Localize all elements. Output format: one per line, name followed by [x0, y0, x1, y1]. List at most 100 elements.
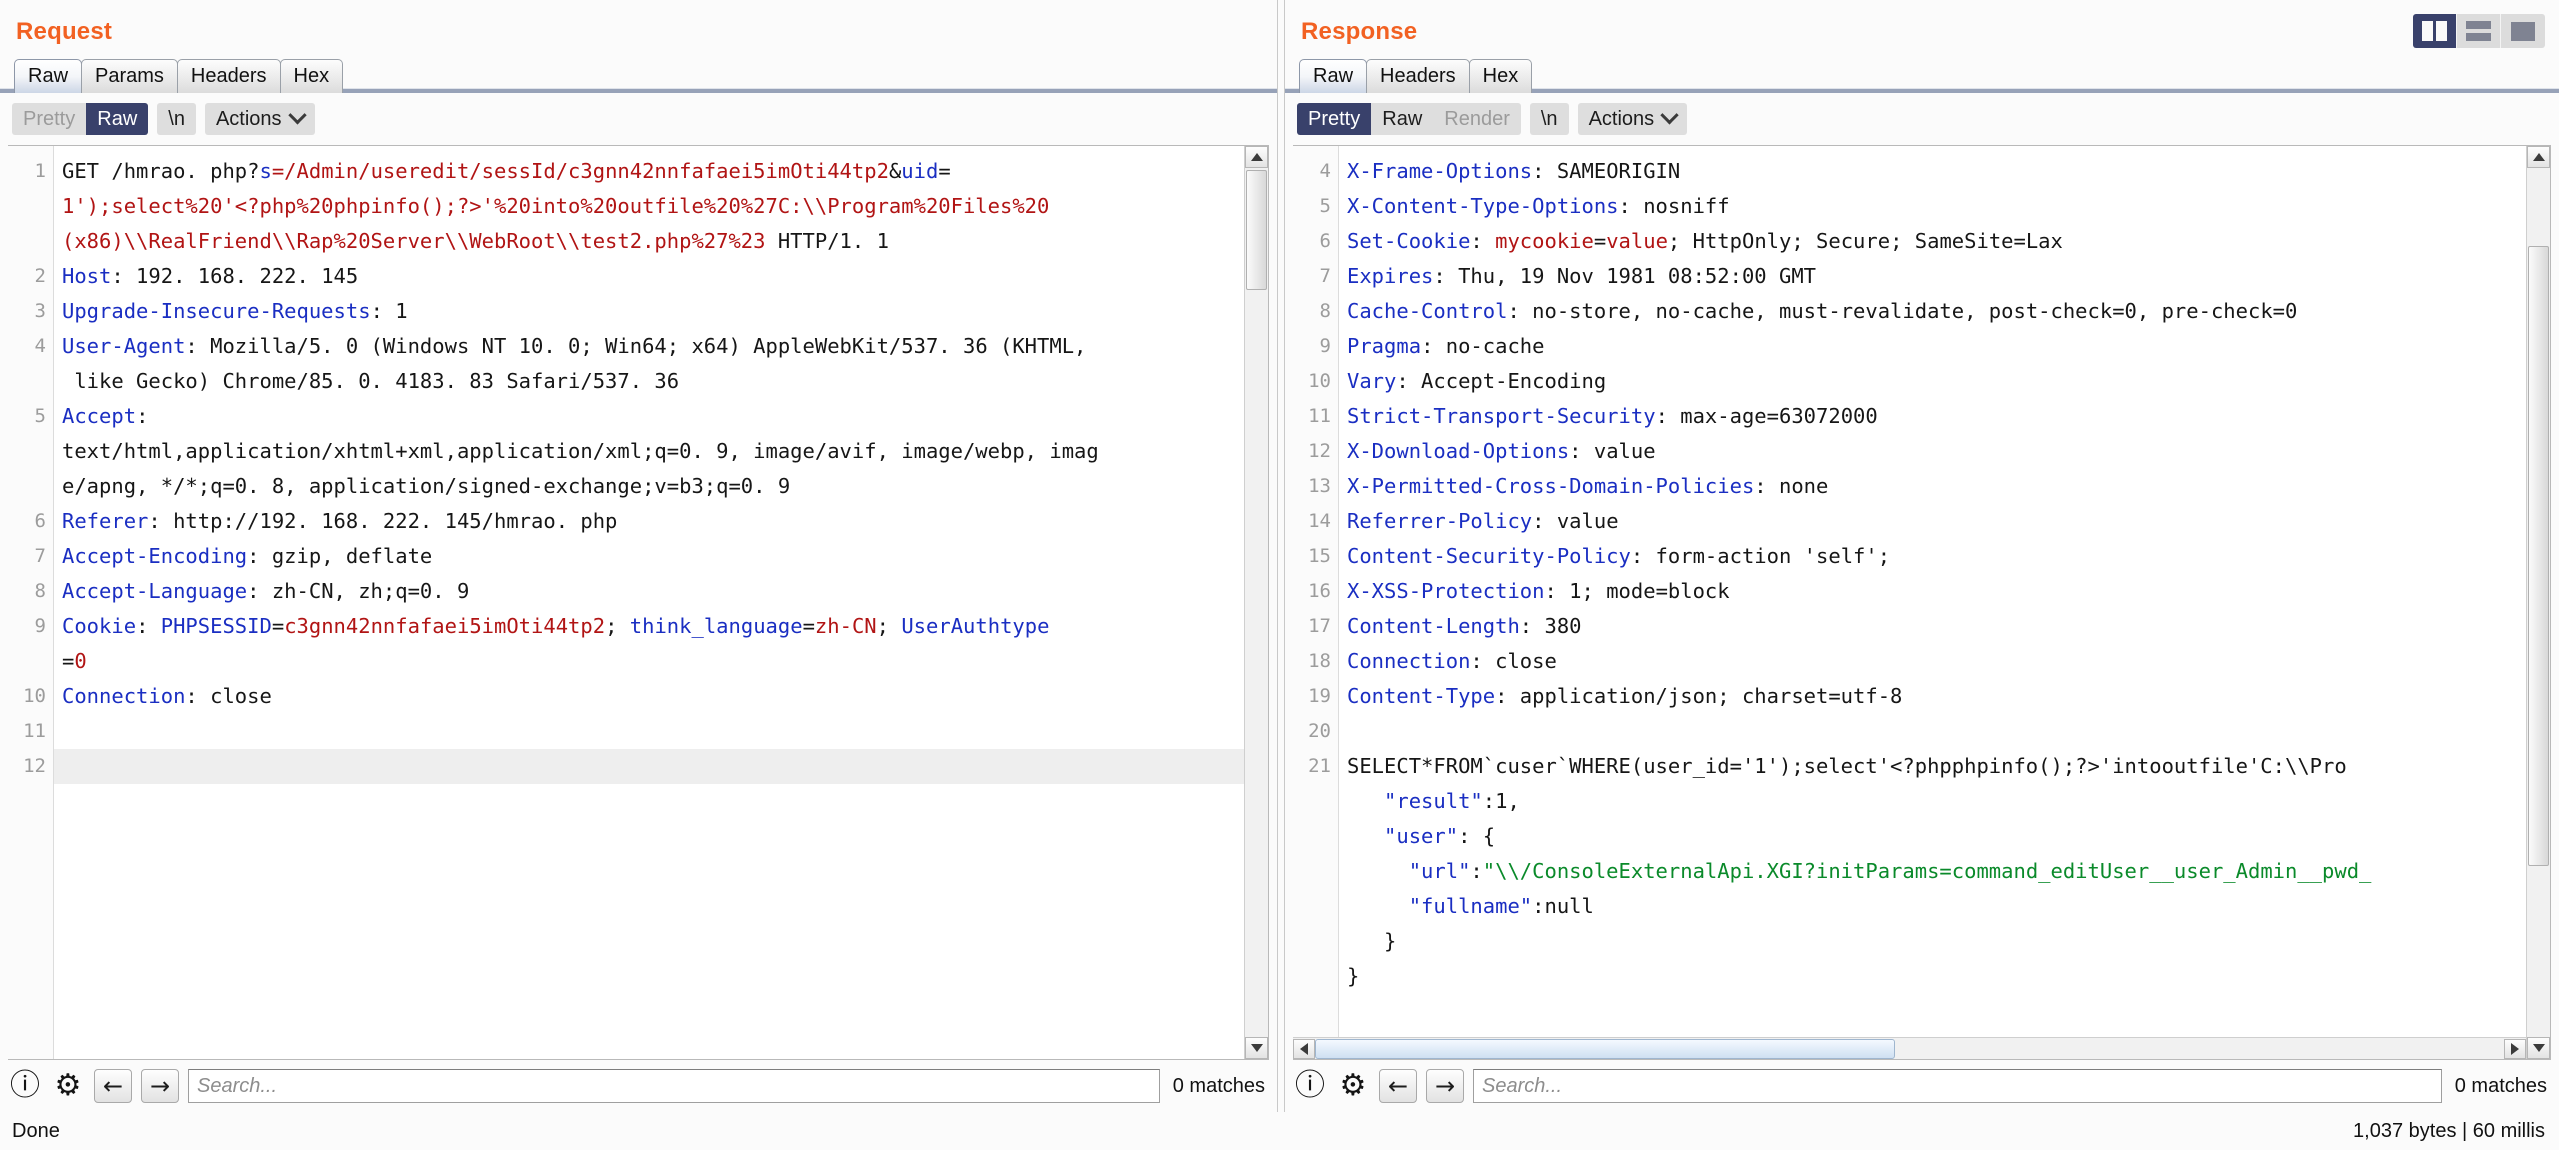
line-number: [8, 224, 53, 259]
response-pretty-button[interactable]: Pretty: [1297, 103, 1371, 135]
response-raw-text[interactable]: X-Frame-Options: SAMEORIGINX-Content-Typ…: [1339, 146, 2550, 1059]
search-prev-button[interactable]: ←: [1379, 1069, 1417, 1103]
response-tab-headers[interactable]: Headers: [1366, 59, 1470, 93]
line-number: 15: [1293, 539, 1338, 574]
gear-icon[interactable]: ⚙: [51, 1069, 85, 1103]
burp-message-editor: Request Raw Params Headers Hex Pretty Ra…: [0, 0, 2559, 1150]
hscroll-track[interactable]: [1315, 1039, 2504, 1059]
code-line: GET /hmrao. php?s=/Admin/useredit/sessId…: [62, 154, 1268, 189]
code-token: text/html,application/xhtml+xml,applicat…: [62, 439, 1099, 463]
code-line: [1347, 714, 2550, 749]
scroll-up-icon[interactable]: [1245, 146, 1268, 168]
request-tabstrip[interactable]: Raw Params Headers Hex: [0, 50, 1277, 93]
response-actions-button[interactable]: Actions: [1578, 103, 1688, 135]
request-line-numbers: 123456789101112: [8, 146, 54, 1059]
code-line: Accept-Language: zh-CN, zh;q=0. 9: [62, 574, 1268, 609]
search-prev-button[interactable]: ←: [94, 1069, 132, 1103]
line-number: 9: [8, 609, 53, 644]
request-match-count: 0 matches: [1169, 1075, 1265, 1098]
line-number: 10: [1293, 364, 1338, 399]
code-line: "user": {: [1347, 819, 2550, 854]
code-token: Cookie: [62, 614, 136, 638]
pane-divider[interactable]: [1277, 0, 1285, 1112]
gear-icon[interactable]: ⚙: [1336, 1069, 1370, 1103]
code-token: : value: [1532, 509, 1618, 533]
response-search-input[interactable]: Search...: [1473, 1069, 2442, 1103]
response-hscroll-thumb[interactable]: [1315, 1039, 1895, 1059]
request-tab-headers[interactable]: Headers: [177, 59, 281, 93]
code-token: Content-Length: [1347, 614, 1520, 638]
code-token: Content-Type: [1347, 684, 1495, 708]
line-number: 6: [8, 504, 53, 539]
code-token: : no-store, no-cache, must-revalidate, p…: [1507, 299, 2297, 323]
request-raw-button[interactable]: Raw: [86, 103, 148, 135]
code-token: UserAuthtype: [901, 614, 1049, 638]
request-tab-hex[interactable]: Hex: [280, 59, 344, 93]
code-token: HTTP/1. 1: [766, 229, 889, 253]
response-horizontal-scrollbar[interactable]: [1293, 1037, 2526, 1059]
code-line: "fullname":null: [1347, 889, 2550, 924]
response-render-button[interactable]: Render: [1433, 103, 1521, 135]
request-search-input[interactable]: Search...: [188, 1069, 1160, 1103]
scroll-down-icon[interactable]: [1245, 1037, 1268, 1059]
request-title: Request: [0, 0, 1277, 50]
line-number: 5: [8, 399, 53, 434]
line-number: 5: [1293, 189, 1338, 224]
code-token: mycookie: [1495, 229, 1594, 253]
code-token: Vary: [1347, 369, 1396, 393]
response-tab-raw[interactable]: Raw: [1299, 59, 1367, 93]
response-tabstrip[interactable]: Raw Headers Hex: [1285, 50, 2559, 93]
code-token: X-Download-Options: [1347, 439, 1569, 463]
code-token: =: [272, 614, 284, 638]
scroll-left-icon[interactable]: [1293, 1039, 1315, 1059]
code-token: Strict-Transport-Security: [1347, 404, 1656, 428]
code-line: Host: 192. 168. 222. 145: [62, 259, 1268, 294]
scroll-down-icon[interactable]: [2527, 1037, 2550, 1059]
response-vertical-scrollbar[interactable]: [2526, 146, 2550, 1059]
code-token: Connection: [62, 684, 185, 708]
code-token: : 380: [1520, 614, 1582, 638]
line-number: 11: [8, 714, 53, 749]
code-line: text/html,application/xhtml+xml,applicat…: [62, 434, 1268, 469]
request-newline-button[interactable]: \n: [157, 103, 196, 135]
editor-panes: Request Raw Params Headers Hex Pretty Ra…: [0, 0, 2559, 1112]
request-editor[interactable]: 123456789101112 GET /hmrao. php?s=/Admin…: [8, 145, 1269, 1060]
request-raw-text[interactable]: GET /hmrao. php?s=/Admin/useredit/sessId…: [54, 146, 1268, 1059]
search-next-button[interactable]: →: [141, 1069, 179, 1103]
request-tab-params[interactable]: Params: [81, 59, 178, 93]
response-tab-hex[interactable]: Hex: [1469, 59, 1533, 93]
request-vertical-scrollbar[interactable]: [1244, 146, 1268, 1059]
code-line: Upgrade-Insecure-Requests: 1: [62, 294, 1268, 329]
line-number: [8, 469, 53, 504]
code-line: "result":1,: [1347, 784, 2550, 819]
response-newline-button[interactable]: \n: [1530, 103, 1569, 135]
request-tab-raw[interactable]: Raw: [14, 59, 82, 93]
response-editor[interactable]: 456789101112131415161718192021 X-Frame-O…: [1293, 145, 2551, 1060]
request-actions-button[interactable]: Actions: [205, 103, 315, 135]
help-icon[interactable]: ⓘ: [8, 1069, 42, 1103]
code-line: }: [1347, 924, 2550, 959]
code-token: : Thu, 19 Nov 1981 08:52:00 GMT: [1433, 264, 1816, 288]
code-token: =/Admin/useredit/sessId/c3gnn42nnfafaei5…: [272, 159, 889, 183]
scroll-up-icon[interactable]: [2527, 146, 2550, 168]
code-token: Pragma: [1347, 334, 1421, 358]
help-icon[interactable]: ⓘ: [1293, 1069, 1327, 1103]
response-scroll-thumb[interactable]: [2528, 246, 2549, 866]
code-token: Connection: [1347, 649, 1470, 673]
code-line: Cookie: PHPSESSID=c3gnn42nnfafaei5imOti4…: [62, 609, 1268, 644]
scroll-right-icon[interactable]: [2504, 1039, 2526, 1059]
code-token: }: [1347, 964, 1359, 988]
line-number: 2: [8, 259, 53, 294]
code-token: "result": [1347, 789, 1483, 813]
response-raw-button[interactable]: Raw: [1371, 103, 1433, 135]
status-right: 1,037 bytes | 60 millis: [2353, 1120, 2545, 1143]
request-format-group[interactable]: Pretty Raw: [12, 103, 148, 135]
line-number: 12: [8, 749, 53, 784]
search-next-button[interactable]: →: [1426, 1069, 1464, 1103]
line-number: 7: [1293, 259, 1338, 294]
code-line: (x86)\\RealFriend\\Rap%20Server\\WebRoot…: [62, 224, 1268, 259]
response-format-group[interactable]: Pretty Raw Render: [1297, 103, 1521, 135]
request-scroll-thumb[interactable]: [1246, 170, 1267, 290]
request-pretty-button[interactable]: Pretty: [12, 103, 86, 135]
code-token: Accept-Encoding: [62, 544, 247, 568]
